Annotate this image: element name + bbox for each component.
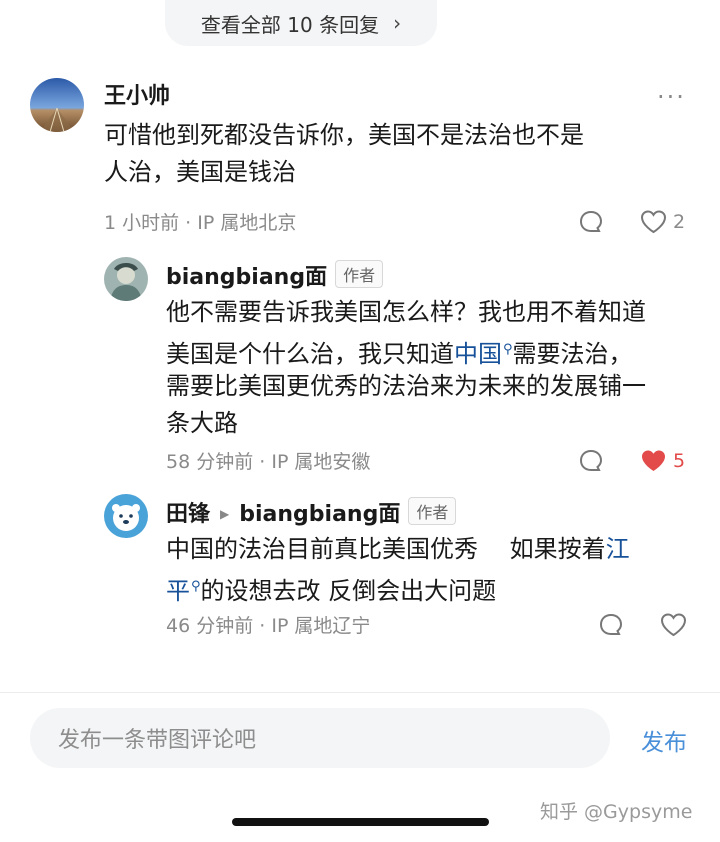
comment-text-line: 人治，美国是钱治 — [104, 158, 296, 186]
home-indicator[interactable] — [232, 818, 489, 826]
author-badge: 作者 — [408, 497, 457, 525]
view-all-label: 查看全部 10 条回复 — [200, 12, 380, 37]
reply-button[interactable] — [578, 209, 604, 235]
author-name: biangbiang面 — [166, 265, 328, 290]
search-icon: ⚲ — [191, 579, 201, 594]
topic-link-china[interactable]: 中国 — [454, 340, 502, 368]
heart-filled-icon — [642, 450, 665, 471]
comment-text-line: 美国是个什么治，我只知道中国⚲需要法治， — [166, 331, 633, 373]
comment-author[interactable]: 王小帅 — [104, 78, 170, 110]
comment-bubble-icon — [579, 210, 603, 232]
author-name: 田锋 — [166, 502, 211, 527]
text-segment: 美国是个什么治，我只知道 — [166, 340, 454, 368]
reply-button[interactable] — [598, 612, 624, 638]
reply-button[interactable] — [578, 448, 604, 474]
topic-link[interactable]: 平 — [166, 577, 190, 605]
comment-input-placeholder: 发布一条带图评论吧 — [58, 728, 257, 753]
reply-arrow-icon: ▶ — [220, 507, 230, 521]
avatar[interactable] — [30, 78, 84, 132]
more-icon[interactable]: ··· — [657, 83, 686, 111]
like-button[interactable]: 5 — [640, 448, 685, 473]
topic-link[interactable]: 江 — [606, 535, 630, 563]
comment-input[interactable]: 发布一条带图评论吧 — [30, 708, 610, 768]
comment-text-line: 条大路 — [166, 409, 238, 437]
heart-icon — [660, 613, 687, 637]
divider — [0, 692, 720, 693]
comment-author[interactable]: biangbiang面 作者 — [166, 259, 384, 291]
search-icon: ⚲ — [503, 342, 513, 357]
heart-icon — [640, 210, 667, 234]
avatar[interactable] — [104, 494, 148, 538]
comment-bubble-icon — [599, 613, 623, 635]
view-all-replies-button[interactable]: 查看全部 10 条回复 › — [165, 0, 437, 46]
like-count: 5 — [673, 449, 686, 472]
text-segment: 中国的法治目前真比美国优秀 如果按着 — [166, 535, 606, 563]
text-segment: 的设想去改 反倒会出大问题 — [200, 577, 497, 605]
like-count: 2 — [673, 210, 686, 233]
avatar[interactable] — [104, 257, 148, 301]
like-button[interactable] — [660, 612, 687, 637]
comment-meta: 1 小时前 · IP 属地北京 — [104, 212, 297, 234]
like-button[interactable]: 2 — [640, 209, 685, 234]
comment-meta: 46 分钟前 · IP 属地辽宁 — [166, 615, 371, 637]
comment-text-line: 他不需要告诉我美国怎么样？我也用不着知道 — [166, 298, 646, 326]
comment-bubble-icon — [579, 449, 603, 471]
comment-meta: 58 分钟前 · IP 属地安徽 — [166, 451, 371, 473]
comment-text-line: 平⚲的设想去改 反倒会出大问题 — [166, 568, 496, 610]
comment-text-line: 可惜他到死都没告诉你，美国不是法治也不是 — [104, 121, 584, 149]
comment-text-line: 中国的法治目前真比美国优秀 如果按着江 — [166, 531, 630, 568]
text-segment: 需要法治， — [512, 340, 633, 368]
reply-to-name: biangbiang面 — [239, 502, 401, 527]
chevron-right-icon: › — [393, 11, 402, 35]
comment-text-line: 需要比美国更优秀的法治来为未来的发展铺一 — [166, 372, 646, 400]
watermark: 知乎 @Gypsyme — [540, 801, 693, 823]
comment-author[interactable]: 田锋 ▶ biangbiang面 作者 — [166, 496, 457, 528]
publish-button[interactable]: 发布 — [641, 723, 687, 757]
author-badge: 作者 — [335, 260, 384, 288]
